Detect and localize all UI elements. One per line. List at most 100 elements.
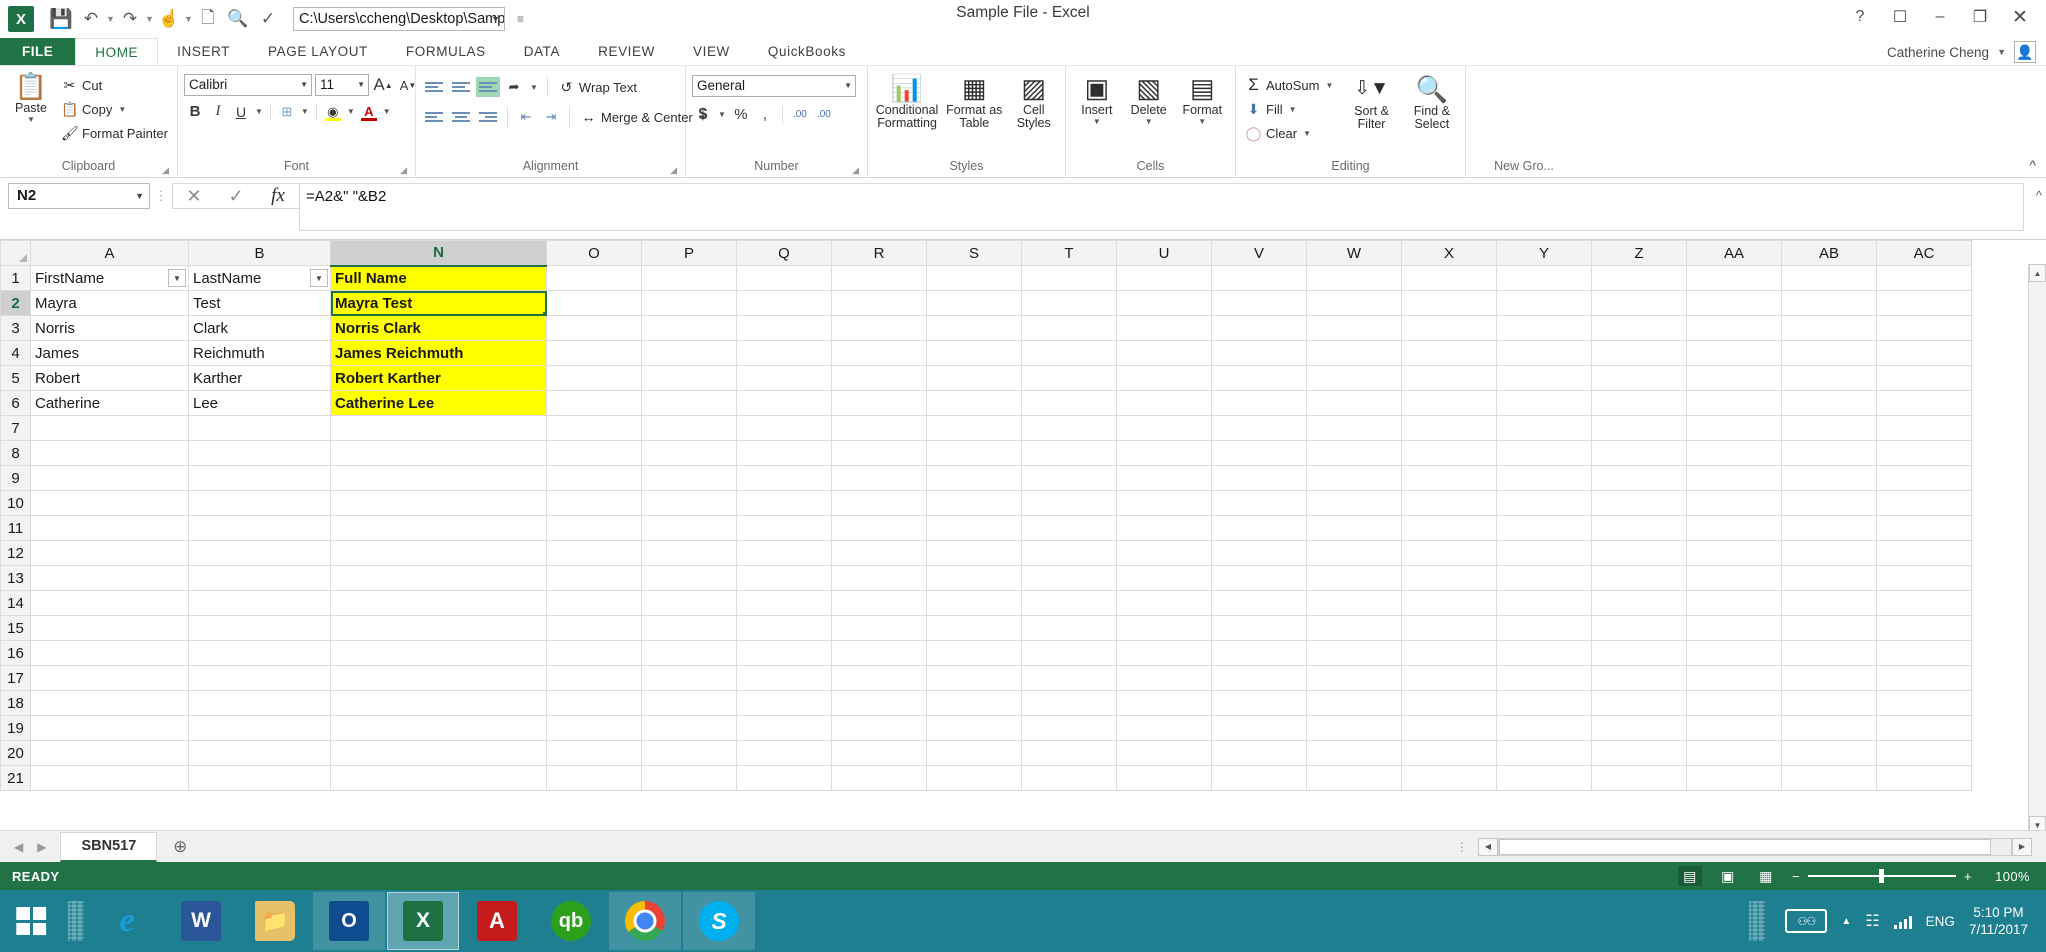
underline-button[interactable]: U bbox=[230, 101, 252, 122]
copy-button[interactable]: 📋 Copy ▼ bbox=[58, 97, 171, 121]
cell-R3[interactable] bbox=[831, 315, 927, 341]
cell-AB7[interactable] bbox=[1781, 415, 1877, 441]
scroll-up-icon[interactable]: ▲ bbox=[2029, 264, 2046, 282]
cell-N19[interactable] bbox=[330, 715, 547, 741]
cell-Q6[interactable] bbox=[736, 390, 832, 416]
cell-Z17[interactable] bbox=[1591, 665, 1687, 691]
italic-button[interactable]: I bbox=[207, 101, 229, 122]
cell-Y3[interactable] bbox=[1496, 315, 1592, 341]
cell-AA12[interactable] bbox=[1686, 540, 1782, 566]
cell-AC3[interactable] bbox=[1876, 315, 1972, 341]
cell-X7[interactable] bbox=[1401, 415, 1497, 441]
cell-A7[interactable] bbox=[30, 415, 189, 441]
user-account-area[interactable]: Catherine Cheng ▼ 👤 bbox=[1887, 38, 2036, 66]
cell-B9[interactable] bbox=[188, 465, 331, 491]
cell-V12[interactable] bbox=[1211, 540, 1307, 566]
row-header-8[interactable]: 8 bbox=[0, 440, 31, 466]
cell-W15[interactable] bbox=[1306, 615, 1402, 641]
row-header-15[interactable]: 15 bbox=[0, 615, 31, 641]
cell-Z19[interactable] bbox=[1591, 715, 1687, 741]
row-header-20[interactable]: 20 bbox=[0, 740, 31, 766]
page-layout-view-icon[interactable]: ▣ bbox=[1716, 866, 1740, 886]
cell-U19[interactable] bbox=[1116, 715, 1212, 741]
cell-AB11[interactable] bbox=[1781, 515, 1877, 541]
tray-grip[interactable] bbox=[1749, 901, 1766, 941]
zoom-thumb[interactable] bbox=[1879, 869, 1885, 883]
zoom-out-icon[interactable]: − bbox=[1792, 869, 1800, 884]
cell-AC2[interactable] bbox=[1876, 290, 1972, 316]
row-header-6[interactable]: 6 bbox=[0, 390, 31, 416]
taskbar-excel[interactable]: X bbox=[387, 892, 459, 950]
cell-AC4[interactable] bbox=[1876, 340, 1972, 366]
cell-P9[interactable] bbox=[641, 465, 737, 491]
cell-T20[interactable] bbox=[1021, 740, 1117, 766]
cell-X19[interactable] bbox=[1401, 715, 1497, 741]
cell-T5[interactable] bbox=[1021, 365, 1117, 391]
customize-quick-access-icon[interactable]: ≡ bbox=[517, 12, 524, 26]
cell-S20[interactable] bbox=[926, 740, 1022, 766]
cell-AA2[interactable] bbox=[1686, 290, 1782, 316]
cell-P10[interactable] bbox=[641, 490, 737, 516]
cell-A8[interactable] bbox=[30, 440, 189, 466]
chevron-down-icon[interactable]: ▼ bbox=[491, 8, 500, 30]
cell-U8[interactable] bbox=[1116, 440, 1212, 466]
cell-R16[interactable] bbox=[831, 640, 927, 666]
cell-U9[interactable] bbox=[1116, 465, 1212, 491]
filter-dropdown-B[interactable]: ▼ bbox=[310, 269, 328, 287]
font-dialog-launcher-icon[interactable]: ◢ bbox=[400, 165, 407, 176]
cell-Q13[interactable] bbox=[736, 565, 832, 591]
save-icon[interactable]: 💾 bbox=[46, 5, 76, 33]
cell-AA3[interactable] bbox=[1686, 315, 1782, 341]
cell-W19[interactable] bbox=[1306, 715, 1402, 741]
cell-U21[interactable] bbox=[1116, 765, 1212, 791]
cut-button[interactable]: ✂ Cut bbox=[58, 73, 171, 97]
cell-AB19[interactable] bbox=[1781, 715, 1877, 741]
alignment-dialog-launcher-icon[interactable]: ◢ bbox=[670, 165, 677, 176]
column-header-O[interactable]: O bbox=[546, 240, 642, 266]
cell-A6[interactable]: Catherine bbox=[30, 390, 189, 416]
tab-insert[interactable]: INSERT bbox=[158, 38, 249, 65]
cell-U17[interactable] bbox=[1116, 665, 1212, 691]
row-header-1[interactable]: 1 bbox=[0, 265, 31, 291]
cell-R1[interactable] bbox=[831, 265, 927, 291]
cell-Q21[interactable] bbox=[736, 765, 832, 791]
chevron-down-icon[interactable]: ▼ bbox=[716, 110, 728, 119]
find-and-select-button[interactable]: 🔍 Find & Select bbox=[1405, 73, 1459, 131]
cell-N11[interactable] bbox=[330, 515, 547, 541]
cell-S1[interactable] bbox=[926, 265, 1022, 291]
cell-Y17[interactable] bbox=[1496, 665, 1592, 691]
cell-AA8[interactable] bbox=[1686, 440, 1782, 466]
cell-R4[interactable] bbox=[831, 340, 927, 366]
undo-icon[interactable]: ↶ bbox=[76, 5, 106, 33]
column-header-R[interactable]: R bbox=[831, 240, 927, 266]
cell-R5[interactable] bbox=[831, 365, 927, 391]
cell-A11[interactable] bbox=[30, 515, 189, 541]
cell-Q2[interactable] bbox=[736, 290, 832, 316]
cell-Y19[interactable] bbox=[1496, 715, 1592, 741]
cell-V13[interactable] bbox=[1211, 565, 1307, 591]
cell-N21[interactable] bbox=[330, 765, 547, 791]
chevron-down-icon[interactable]: ▼ bbox=[1145, 117, 1153, 126]
cell-W14[interactable] bbox=[1306, 590, 1402, 616]
cell-A14[interactable] bbox=[30, 590, 189, 616]
row-header-17[interactable]: 17 bbox=[0, 665, 31, 691]
tab-quickbooks[interactable]: QuickBooks bbox=[749, 38, 865, 65]
chevron-down-icon[interactable]: ▼ bbox=[253, 107, 265, 116]
cell-AB6[interactable] bbox=[1781, 390, 1877, 416]
cancel-formula-icon[interactable]: ✕ bbox=[173, 184, 215, 208]
cell-AA7[interactable] bbox=[1686, 415, 1782, 441]
cell-B17[interactable] bbox=[188, 665, 331, 691]
cell-A16[interactable] bbox=[30, 640, 189, 666]
cell-AC8[interactable] bbox=[1876, 440, 1972, 466]
format-cells-button[interactable]: ▤ Format ▼ bbox=[1176, 72, 1229, 126]
cell-styles-button[interactable]: ▨ Cell Styles bbox=[1008, 72, 1059, 130]
insert-function-icon[interactable]: fx bbox=[257, 184, 299, 208]
cell-Z7[interactable] bbox=[1591, 415, 1687, 441]
cell-T4[interactable] bbox=[1021, 340, 1117, 366]
fill-color-button[interactable]: ◉ bbox=[322, 101, 344, 122]
cell-U7[interactable] bbox=[1116, 415, 1212, 441]
cell-AA18[interactable] bbox=[1686, 690, 1782, 716]
cell-T15[interactable] bbox=[1021, 615, 1117, 641]
cell-B5[interactable]: Karther bbox=[188, 365, 331, 391]
avatar[interactable]: 👤 bbox=[2014, 41, 2036, 63]
